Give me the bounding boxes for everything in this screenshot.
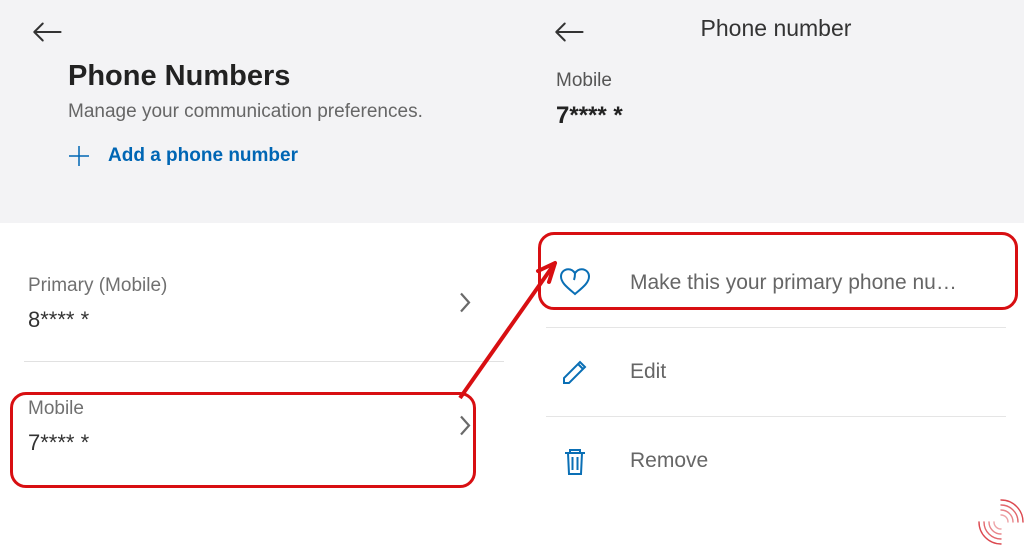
phone-row-label: Primary (Mobile): [28, 275, 494, 297]
remove-label: Remove: [630, 449, 1000, 473]
make-primary-label: Make this your primary phone nu…: [630, 271, 1000, 295]
add-phone-number-label: Add a phone number: [108, 145, 298, 167]
edit-label: Edit: [630, 360, 1000, 384]
left-header: Phone Numbers Manage your communication …: [0, 0, 528, 223]
detail-block: Mobile 7**** *: [528, 56, 1024, 237]
edit-button[interactable]: Edit: [528, 328, 1024, 416]
make-primary-button[interactable]: Make this your primary phone nu…: [528, 239, 1024, 327]
back-button-left[interactable]: [0, 0, 528, 56]
phone-numbers-screen: Phone Numbers Manage your communication …: [0, 0, 528, 553]
back-arrow-icon: [30, 18, 64, 51]
phone-row-mobile[interactable]: Mobile 7**** *: [0, 382, 528, 474]
pencil-icon: [558, 355, 592, 389]
right-header: Phone number Mobile 7**** *: [528, 0, 1024, 223]
header-text-block: Phone Numbers Manage your communication …: [0, 56, 528, 167]
trash-icon: [558, 444, 592, 478]
back-button-right[interactable]: [528, 0, 586, 56]
page-title: Phone Numbers: [68, 60, 528, 93]
chevron-right-icon: [458, 414, 472, 443]
phone-row-label: Mobile: [28, 398, 494, 420]
heart-icon: [558, 266, 592, 300]
detail-page-title: Phone number: [528, 0, 1024, 56]
phone-row-value: 7**** *: [28, 430, 494, 456]
chevron-right-icon: [458, 291, 472, 320]
row-divider: [24, 361, 504, 362]
detail-label: Mobile: [556, 70, 1024, 92]
watermark-logo-icon: [974, 495, 1024, 549]
phone-detail-screen: Phone number Mobile 7**** * Make this yo…: [528, 0, 1024, 553]
back-arrow-icon: [552, 18, 586, 51]
remove-button[interactable]: Remove: [528, 417, 1024, 505]
detail-value: 7**** *: [556, 102, 1024, 130]
page-subtitle: Manage your communication preferences.: [68, 101, 528, 123]
phone-row-primary[interactable]: Primary (Mobile) 8**** *: [0, 259, 528, 351]
plus-icon: [68, 145, 90, 167]
phone-row-value: 8**** *: [28, 307, 494, 333]
add-phone-number-button[interactable]: Add a phone number: [68, 145, 528, 167]
